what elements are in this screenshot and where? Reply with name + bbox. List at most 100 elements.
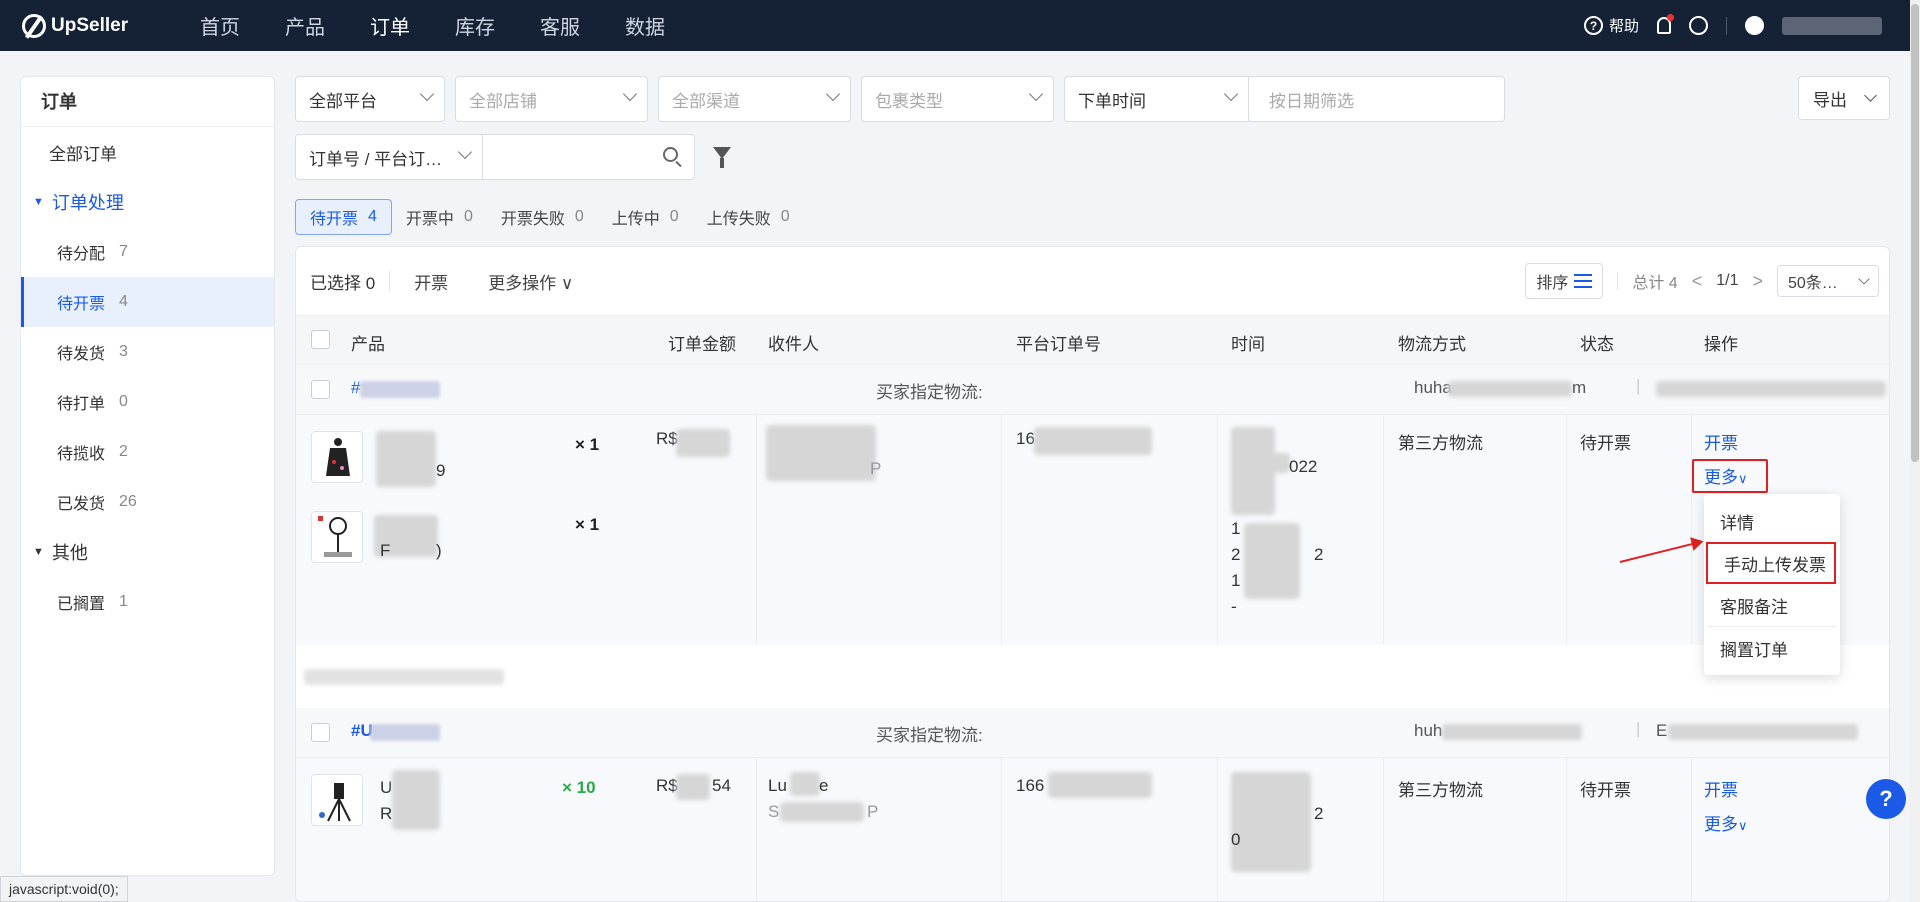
page-scrollbar[interactable]	[1910, 0, 1920, 902]
prev-page-icon[interactable]: <	[1692, 271, 1703, 292]
channel-select[interactable]: 全部渠道	[658, 76, 851, 122]
divider	[389, 271, 391, 291]
gear-icon[interactable]	[1689, 16, 1708, 35]
divider	[1217, 758, 1218, 901]
caret-down-icon: ▼	[33, 196, 44, 208]
product-name: U	[380, 778, 393, 797]
user-avatar-icon[interactable]	[1745, 16, 1764, 35]
tab-count: 0	[463, 208, 473, 225]
platform-select[interactable]: 全部平台	[295, 76, 445, 122]
nav-products[interactable]: 产品	[285, 11, 325, 40]
menu-item-details[interactable]: 详情	[1704, 500, 1840, 542]
sidebar-item-label: 已发货	[57, 496, 106, 513]
divider: |	[1636, 376, 1641, 395]
sidebar-item-shipped[interactable]: 已发货 26	[21, 477, 274, 527]
product-quantity: × 1	[575, 515, 600, 534]
sidebar-item-all-orders[interactable]: 全部订单	[21, 127, 274, 177]
tab-invoicing[interactable]: 开票中 0	[392, 199, 487, 235]
help-float-button[interactable]: ?	[1866, 779, 1906, 819]
table-header: 产品 订单金额 收件人 平台订单号 时间 物流方式 状态 操作	[296, 315, 1889, 365]
more-operations-button[interactable]: 更多操作 ∨	[488, 269, 573, 294]
divider	[1691, 415, 1692, 645]
select-all-checkbox[interactable]	[311, 330, 330, 349]
search-input[interactable]	[482, 134, 695, 180]
sidebar-item-on-hold[interactable]: 已搁置 1	[21, 577, 274, 627]
caret-down-icon: ▼	[33, 546, 44, 558]
tab-count: 0	[780, 208, 790, 225]
tab-upload-failed[interactable]: 上传失败 0	[693, 199, 804, 235]
tab-invoice-failed[interactable]: 开票失败 0	[487, 199, 598, 235]
divider	[756, 758, 757, 901]
platform-order-no: 166	[1016, 776, 1045, 795]
sort-button[interactable]: 排序	[1525, 263, 1604, 299]
recipient-blurred	[766, 425, 876, 481]
search-type-select[interactable]: 订单号 / 平台订…	[295, 134, 483, 180]
product-image[interactable]	[311, 511, 363, 563]
tab-label: 上传中	[611, 211, 660, 228]
product-quantity: × 1	[575, 435, 600, 454]
order-checkbox[interactable]	[311, 380, 330, 399]
date-filter-input[interactable]: 按日期筛选	[1248, 76, 1505, 122]
next-page-icon[interactable]: >	[1752, 271, 1763, 292]
bell-icon[interactable]	[1657, 14, 1674, 34]
page-size-value: 50条…	[1788, 275, 1838, 292]
package-type-select[interactable]: 包裹类型	[861, 76, 1054, 122]
product-sku: R	[380, 804, 393, 823]
scrollbar-thumb[interactable]	[1911, 4, 1919, 462]
bulk-invoice-button[interactable]: 开票	[414, 269, 448, 294]
divider	[1691, 758, 1692, 901]
sidebar-item-to-pickup[interactable]: 待揽收 2	[21, 427, 274, 477]
tab-to-invoice[interactable]: 待开票 4	[295, 199, 392, 235]
email-blurred	[1448, 381, 1572, 397]
sidebar-item-label: 待揽收	[57, 446, 106, 463]
nav-home[interactable]: 首页	[200, 11, 240, 40]
sidebar-item-to-print[interactable]: 待打单 0	[21, 377, 274, 427]
username-blurred[interactable]	[1782, 16, 1882, 35]
nav-customer-service[interactable]: 客服	[540, 11, 580, 40]
orders-toolbar: 已选择 0 开票 更多操作 ∨ 排序 总计 4 < 1/1 > 50条…	[296, 247, 1889, 315]
tab-uploading[interactable]: 上传中 0	[598, 199, 693, 235]
product-image[interactable]	[311, 431, 363, 483]
select-placeholder: 包裹类型	[875, 91, 943, 111]
time-type-select[interactable]: 下单时间	[1064, 76, 1249, 122]
menu-item-hold-order[interactable]: 搁置订单	[1704, 627, 1840, 669]
order-id-blurred	[360, 381, 440, 398]
input-placeholder: 按日期筛选	[1269, 91, 1354, 111]
order-id-blurred	[370, 724, 440, 741]
sidebar-group-other[interactable]: ▼ 其他	[21, 527, 274, 577]
nav-inventory[interactable]: 库存	[455, 11, 495, 40]
order-time: 2	[1314, 804, 1324, 823]
select-placeholder: 全部渠道	[672, 91, 740, 111]
sidebar-item-to-ship[interactable]: 待发货 3	[21, 327, 274, 377]
top-right-tools: ? 帮助	[1583, 0, 1882, 51]
email-blurred	[1442, 724, 1582, 740]
nav-data[interactable]: 数据	[625, 11, 665, 40]
nav-orders[interactable]: 订单	[370, 11, 410, 40]
sidebar-item-to-assign[interactable]: 待分配 7	[21, 227, 274, 277]
menu-item-service-note[interactable]: 客服备注	[1704, 584, 1840, 626]
tab-label: 上传失败	[706, 211, 771, 228]
time-blurred	[1244, 523, 1300, 599]
sidebar-group-order-processing[interactable]: ▼ 订单处理	[21, 177, 274, 227]
sidebar-item-to-invoice[interactable]: 待开票 4	[21, 277, 274, 327]
export-button[interactable]: 导出	[1798, 76, 1890, 120]
header-platform-order-no: 平台订单号	[1016, 335, 1101, 354]
store-select[interactable]: 全部店铺	[455, 76, 648, 122]
invoice-link[interactable]: 开票	[1704, 776, 1738, 801]
chevron-down-icon	[1864, 89, 1877, 102]
time-line: 2	[1314, 545, 1324, 564]
more-actions-link[interactable]: 更多∨	[1704, 810, 1748, 835]
app-logo[interactable]: UpSeller	[22, 13, 172, 38]
page-size-select[interactable]: 50条…	[1777, 265, 1879, 297]
menu-item-manual-upload-invoice[interactable]: 手动上传发票	[1706, 542, 1836, 584]
divider	[1566, 415, 1567, 645]
header-actions: 操作	[1704, 335, 1738, 354]
filter-icon[interactable]	[713, 147, 731, 168]
help-link[interactable]: ? 帮助	[1583, 15, 1639, 36]
order-checkbox[interactable]	[311, 723, 330, 742]
invoice-link[interactable]: 开票	[1704, 429, 1738, 454]
order-no-blurred	[1048, 772, 1152, 798]
search-icon[interactable]	[663, 147, 678, 162]
more-label: 更多	[1704, 815, 1738, 834]
product-image[interactable]	[311, 774, 363, 826]
